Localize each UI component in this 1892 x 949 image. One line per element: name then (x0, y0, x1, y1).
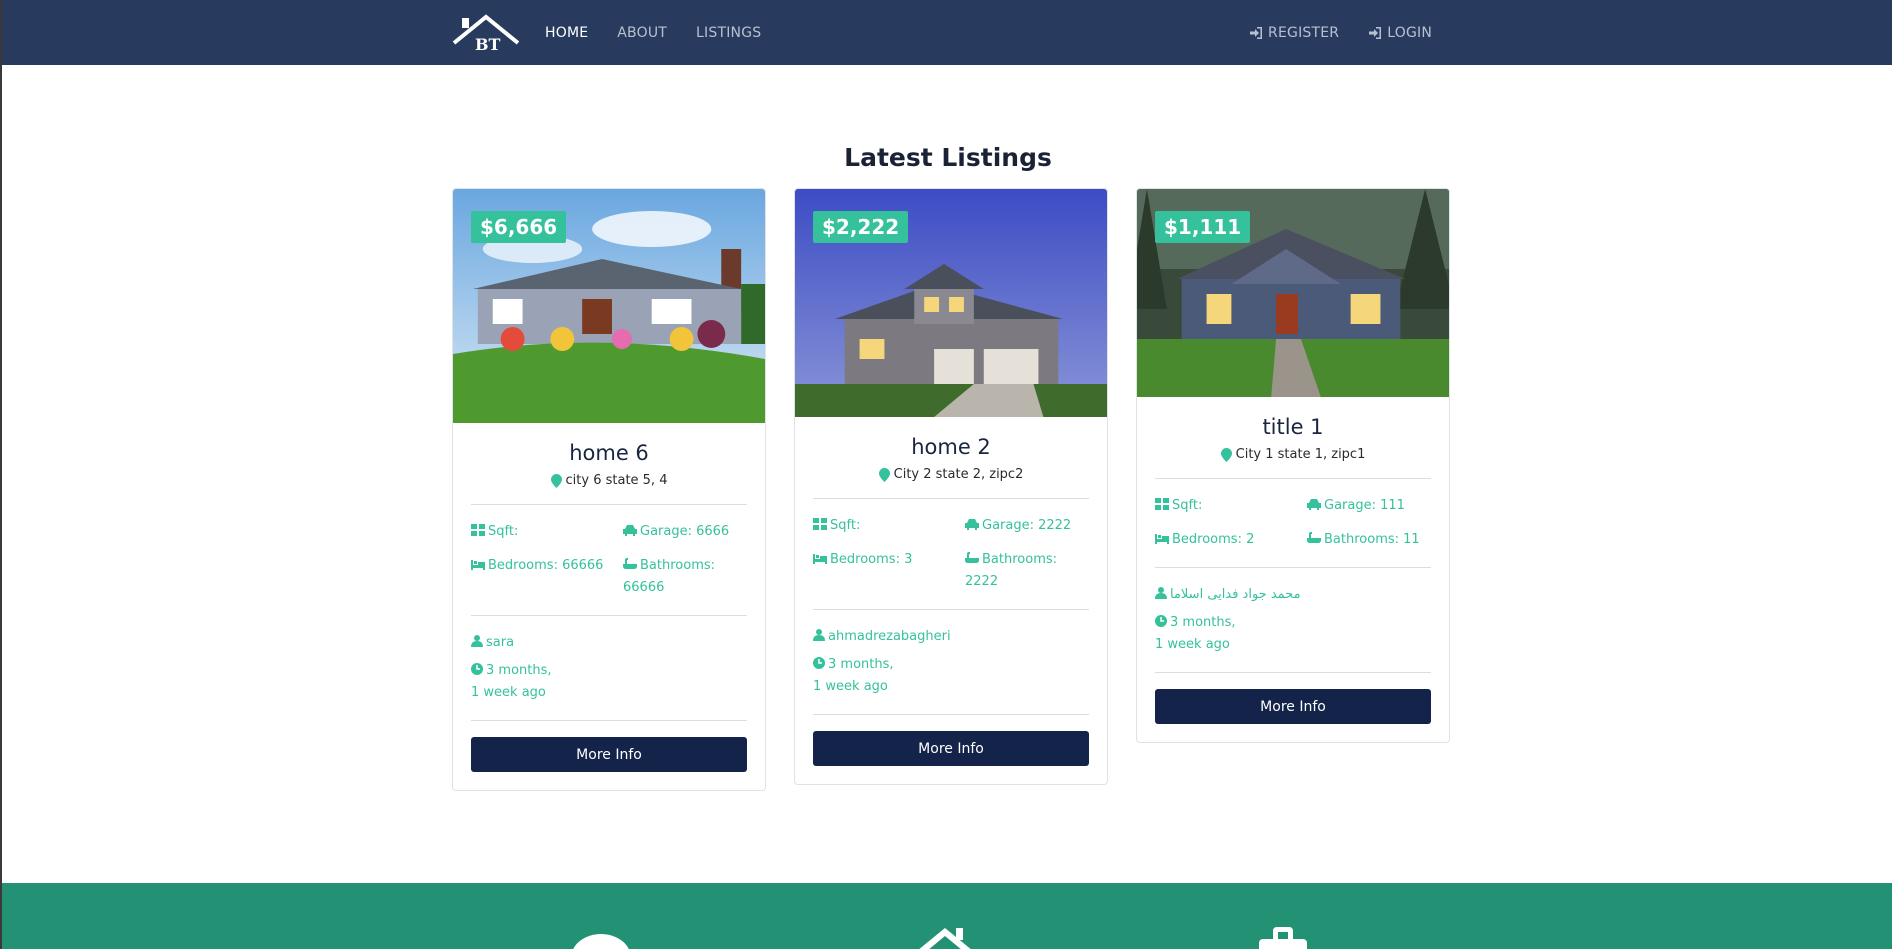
car-icon (1307, 499, 1321, 510)
divider (471, 615, 747, 616)
listing-meta: sara 3 months, 1 week ago (471, 632, 747, 704)
divider (471, 720, 747, 721)
divider (813, 714, 1089, 715)
location-text: city 6 state 5, 4 (565, 473, 668, 488)
listing-image[interactable]: $2,222 (795, 189, 1107, 417)
section-title: Latest Listings (844, 143, 1052, 172)
car-icon (965, 519, 979, 530)
listing-location: city 6 state 5, 4 (471, 473, 747, 488)
bed-icon (1155, 534, 1169, 544)
spec-sqft: Sqft: (813, 515, 965, 537)
more-info-button[interactable]: More Info (813, 731, 1089, 766)
spec-bedrooms: Bedrooms: 66666 (471, 555, 623, 599)
bath-icon (623, 558, 637, 569)
spec-bathrooms: Bathrooms: 11 (1307, 529, 1431, 551)
divider (813, 498, 1089, 499)
price-badge: $1,111 (1155, 211, 1251, 243)
bath-icon (1307, 532, 1321, 543)
listing-meta: ahmadrezabagheri 3 months, 1 week ago (813, 626, 1089, 698)
th-large-icon (813, 518, 827, 530)
suitcase-icon (1259, 927, 1307, 949)
bed-icon (813, 554, 827, 564)
listing-specs: Sqft: Garage: 2222 Bedrooms: 3 Bathrooms… (813, 515, 1089, 593)
listed-time: 3 months, 1 week ago (471, 663, 552, 700)
price-badge: $6,666 (471, 211, 567, 243)
spec-sqft: Sqft: (1155, 495, 1307, 517)
user-icon (471, 635, 483, 647)
car-icon (623, 525, 637, 536)
bed-icon (471, 560, 485, 570)
navbar: BT HOME ABOUT LISTINGS REGISTER LOGIN (2, 0, 1892, 65)
map-marker-icon (878, 467, 890, 482)
sign-in-icon (1250, 26, 1263, 39)
clock-icon (471, 663, 483, 675)
listing-specs: Sqft: Garage: 6666 Bedrooms: 66666 Bathr… (471, 521, 747, 599)
nav-home[interactable]: HOME (545, 25, 588, 41)
listing-location: City 2 state 2, zipc2 (813, 467, 1089, 482)
user-icon (1155, 587, 1167, 599)
spec-garage: Garage: 111 (1307, 495, 1431, 517)
listing-image[interactable]: $1,111 (1137, 189, 1449, 397)
listing-specs: Sqft: Garage: 111 Bedrooms: 2 Bathrooms:… (1155, 495, 1431, 551)
nav-about[interactable]: ABOUT (617, 25, 667, 41)
spec-garage: Garage: 6666 (623, 521, 747, 543)
price-badge: $2,222 (813, 211, 909, 243)
register-label: REGISTER (1268, 24, 1340, 41)
comment-icon (573, 934, 629, 949)
bath-icon (965, 552, 979, 563)
realtor: sara (471, 632, 747, 654)
listing-image[interactable]: $6,666 (453, 189, 765, 423)
divider (1155, 567, 1431, 568)
listing-meta: محمد جواد فدایی اسلاما 3 months, 1 week … (1155, 584, 1431, 656)
spec-bathrooms: Bathrooms: 2222 (965, 552, 1058, 589)
map-marker-icon (1220, 447, 1232, 462)
location-text: City 2 state 2, zipc2 (893, 467, 1024, 482)
listing-card: $6,666 home 6 city 6 state 5, 4 Sqft: Ga… (452, 188, 766, 791)
spec-bedrooms: Bedrooms: 3 (813, 549, 965, 593)
realtor: محمد جواد فدایی اسلاما (1155, 584, 1431, 606)
listing-title: home 2 (911, 435, 991, 459)
nav-listings[interactable]: LISTINGS (696, 25, 761, 41)
listing-card: $1,111 title 1 City 1 state 1, zipc1 Sqf… (1136, 188, 1450, 743)
services-band (2, 883, 1892, 949)
location-text: City 1 state 1, zipc1 (1235, 447, 1366, 462)
home-icon (919, 928, 971, 949)
listing-card: $2,222 home 2 City 2 state 2, zipc2 Sqft… (794, 188, 1108, 785)
th-large-icon (471, 524, 485, 536)
login-link[interactable]: LOGIN (1368, 25, 1432, 41)
more-info-button[interactable]: More Info (1155, 689, 1431, 724)
divider (813, 609, 1089, 610)
th-large-icon (1155, 498, 1169, 510)
nav-links: HOME ABOUT LISTINGS (545, 0, 761, 65)
clock-icon (1155, 615, 1167, 627)
realtor: ahmadrezabagheri (813, 626, 1089, 648)
listing-title: home 6 (569, 441, 649, 465)
spec-bathrooms: Bathrooms: 66666 (623, 558, 716, 595)
spec-garage: Garage: 2222 (965, 515, 1089, 537)
listing-title: title 1 (1262, 415, 1324, 439)
svg-text:BT: BT (475, 35, 501, 53)
logo-icon[interactable]: BT (452, 13, 520, 53)
user-icon (813, 629, 825, 641)
login-label: LOGIN (1387, 24, 1432, 41)
divider (1155, 672, 1431, 673)
sign-in-icon (1369, 26, 1382, 39)
divider (471, 504, 747, 505)
divider (1155, 478, 1431, 479)
spec-sqft: Sqft: (471, 521, 623, 543)
map-marker-icon (550, 473, 562, 488)
more-info-button[interactable]: More Info (471, 737, 747, 772)
register-link[interactable]: REGISTER (1249, 25, 1339, 41)
nav-auth: REGISTER LOGIN (1249, 0, 1432, 65)
clock-icon (813, 657, 825, 669)
listing-location: City 1 state 1, zipc1 (1155, 447, 1431, 462)
listed-time: 3 months, 1 week ago (813, 657, 894, 694)
listed-time: 3 months, 1 week ago (1155, 615, 1236, 652)
spec-bedrooms: Bedrooms: 2 (1155, 529, 1307, 551)
